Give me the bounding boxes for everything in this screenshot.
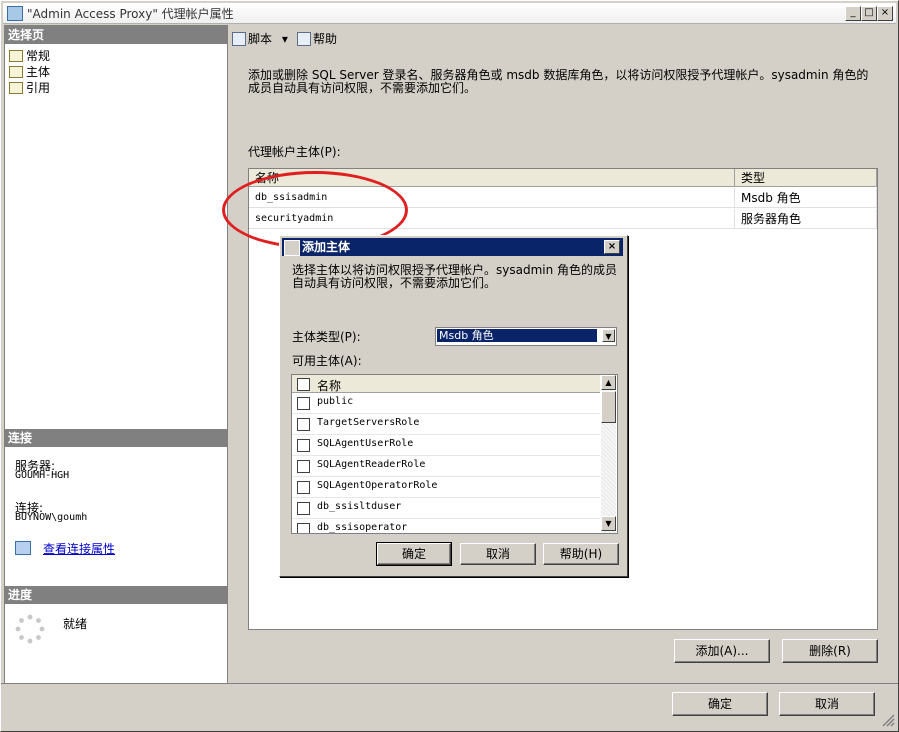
- nav-item-references[interactable]: 引用: [9, 80, 50, 96]
- toolbar: 脚本 ▾ 帮助: [228, 26, 896, 50]
- scroll-up-icon[interactable]: ▲: [601, 375, 616, 390]
- maximize-button[interactable]: □: [861, 6, 877, 21]
- nav-item-principals[interactable]: 主体: [9, 64, 50, 80]
- list-item[interactable]: db_ssisoperator: [292, 519, 600, 533]
- item-label: SQLAgentOperatorRole: [317, 480, 438, 491]
- nav-item-general[interactable]: 常规: [9, 48, 50, 64]
- proxy-principals-label: 代理帐户主体(P):: [248, 145, 341, 159]
- list-item[interactable]: SQLAgentReaderRole: [292, 456, 600, 477]
- item-checkbox[interactable]: [297, 460, 310, 473]
- item-checkbox[interactable]: [297, 523, 310, 533]
- item-label: TargetServersRole: [317, 417, 420, 428]
- available-principals-list[interactable]: 名称 public TargetServersRole SQLAgentUser…: [291, 374, 618, 534]
- dialog-app-icon: [284, 240, 300, 256]
- item-checkbox[interactable]: [297, 439, 310, 452]
- item-checkbox[interactable]: [297, 397, 310, 410]
- ok-button[interactable]: 确定: [672, 692, 768, 716]
- item-checkbox[interactable]: [297, 418, 310, 431]
- list-header: 名称: [292, 375, 600, 393]
- window-title: "Admin Access Proxy" 代理帐户属性: [27, 7, 234, 21]
- progress-header: 进度: [5, 586, 227, 604]
- remove-button[interactable]: 删除(R): [782, 639, 878, 663]
- script-icon: [232, 32, 246, 46]
- cell-type: 服务器角色: [735, 209, 877, 229]
- close-button[interactable]: ×: [877, 6, 893, 21]
- chevron-down-icon[interactable]: ▾: [282, 32, 288, 46]
- add-button[interactable]: 添加(A)...: [674, 639, 770, 663]
- connection-properties-icon: [15, 541, 31, 555]
- principal-type-label: 主体类型(P):: [292, 330, 361, 344]
- window-app-icon: [7, 6, 23, 21]
- principal-type-select[interactable]: Msdb 角色 ▼: [435, 327, 617, 346]
- cell-type: Msdb 角色: [735, 188, 877, 208]
- view-connection-properties-link[interactable]: 查看连接属性: [15, 540, 115, 557]
- principal-type-value: Msdb 角色: [437, 329, 597, 342]
- vertical-scrollbar[interactable]: ▲ ▼: [601, 375, 616, 533]
- chevron-down-icon[interactable]: ▼: [602, 329, 615, 342]
- column-header-type[interactable]: 类型: [735, 169, 877, 187]
- connection-header: 连接: [5, 429, 227, 447]
- cancel-button[interactable]: 取消: [779, 692, 875, 716]
- nav-item-label: 常规: [26, 49, 51, 63]
- item-label: db_ssisoperator: [317, 522, 408, 533]
- script-label: 脚本: [248, 32, 273, 46]
- item-label: SQLAgentUserRole: [317, 438, 414, 449]
- dialog-close-button[interactable]: ×: [604, 240, 620, 254]
- progress-spinner-icon: [15, 614, 45, 644]
- nav-item-label: 引用: [26, 81, 51, 95]
- progress-status: 就绪: [63, 617, 88, 631]
- dialog-title-bar[interactable]: 添加主体 ×: [282, 238, 623, 256]
- server-value: GOUMH-HGH: [15, 470, 70, 481]
- item-checkbox[interactable]: [297, 502, 310, 515]
- page-icon: [9, 82, 23, 94]
- item-label: SQLAgentReaderRole: [317, 459, 426, 470]
- available-principals-label: 可用主体(A):: [292, 354, 362, 368]
- list-header-name: 名称: [317, 379, 342, 393]
- item-label: db_ssisltduser: [317, 501, 402, 512]
- script-button[interactable]: 脚本 ▾: [232, 30, 288, 47]
- resize-grip-icon[interactable]: [881, 713, 895, 727]
- list-item[interactable]: SQLAgentUserRole: [292, 435, 600, 456]
- left-pane: 选择页 常规 主体 引用 连接 服务器: GOUMH-HGH 连接: BUYNO…: [4, 25, 228, 684]
- footer-divider: [1, 683, 898, 684]
- list-item[interactable]: db_ssisltduser: [292, 498, 600, 519]
- help-icon: [297, 32, 311, 46]
- dialog-title: 添加主体: [302, 240, 351, 254]
- page-icon: [9, 50, 23, 62]
- connection-value: BUYNOW\goumh: [15, 512, 88, 523]
- dialog-cancel-button[interactable]: 取消: [460, 543, 536, 565]
- dialog-ok-button[interactable]: 确定: [376, 542, 452, 566]
- scroll-down-icon[interactable]: ▼: [601, 516, 616, 531]
- add-principal-dialog: 添加主体 × 选择主体以将访问权限授予代理帐户。sysadmin 角色的成员自动…: [279, 235, 628, 577]
- item-label: public: [317, 396, 354, 407]
- page-description: 添加或删除 SQL Server 登录名、服务器角色或 msdb 数据库角色，以…: [248, 68, 869, 95]
- list-item[interactable]: TargetServersRole: [292, 414, 600, 435]
- select-page-header: 选择页: [5, 26, 227, 44]
- scroll-thumb[interactable]: [601, 391, 616, 423]
- dialog-help-button[interactable]: 帮助(H): [543, 543, 619, 565]
- list-item[interactable]: public: [292, 393, 600, 414]
- help-button[interactable]: 帮助: [297, 30, 337, 47]
- view-connection-properties-label: 查看连接属性: [43, 542, 116, 556]
- page-icon: [9, 66, 23, 78]
- select-all-checkbox[interactable]: [297, 378, 310, 391]
- help-label: 帮助: [313, 32, 338, 46]
- nav-item-label: 主体: [26, 65, 51, 79]
- list-item[interactable]: SQLAgentOperatorRole: [292, 477, 600, 498]
- dialog-description: 选择主体以将访问权限授予代理帐户。sysadmin 角色的成员自动具有访问权限，…: [292, 263, 618, 290]
- item-checkbox[interactable]: [297, 481, 310, 494]
- minimize-button[interactable]: _: [845, 6, 861, 21]
- title-bar[interactable]: "Admin Access Proxy" 代理帐户属性 _ □ ×: [3, 3, 896, 24]
